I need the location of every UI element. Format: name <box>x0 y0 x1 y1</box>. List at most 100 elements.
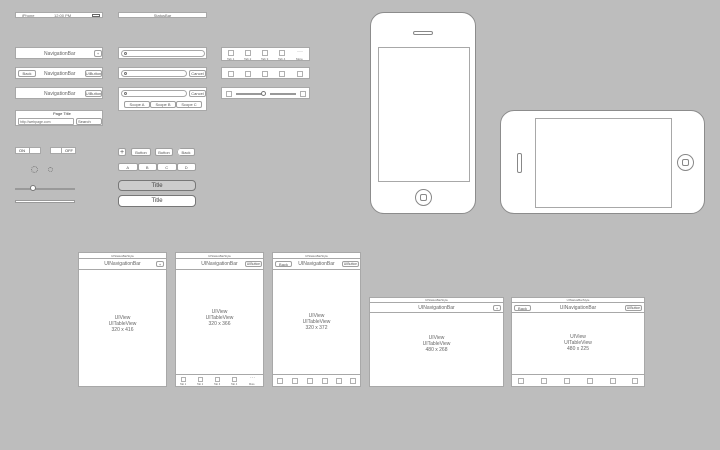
nav-right-button[interactable]: UIButton <box>625 305 642 311</box>
tab-icon[interactable] <box>279 71 285 77</box>
progress-bar <box>15 200 75 203</box>
slider-thumb[interactable] <box>30 185 36 191</box>
carrier-label: iPhone <box>22 13 35 18</box>
search-bar-2: Cancel <box>118 67 207 79</box>
statusbar-label: StatusBar <box>153 12 172 18</box>
scope-b-button[interactable]: Scope B <box>150 101 176 108</box>
segment-b[interactable]: B <box>137 163 157 171</box>
tab-bar-labeled: Tab 1 Tab 2 Tab 3 Tab 4 ··· More <box>221 47 310 61</box>
iphone-landscape <box>500 110 705 214</box>
template-tabbar: Tab 1 Tab 2 Tab 3 Tab 4 ··· More <box>176 374 263 386</box>
small-activity-indicator-icon <box>48 167 53 172</box>
toolbar-icon[interactable] <box>226 91 232 97</box>
navigation-bar-3: NavigationBar UIButton <box>15 87 103 99</box>
segment-a[interactable]: A <box>118 163 138 171</box>
slider-track[interactable] <box>15 188 75 190</box>
title-button-light[interactable]: Title <box>118 195 196 207</box>
search-icon <box>124 72 127 75</box>
template-toolbar <box>512 374 644 386</box>
template-navbar: UINavigationBar <box>370 303 503 313</box>
nav-title: NavigationBar <box>44 91 76 97</box>
tab-3-icon[interactable] <box>262 50 268 56</box>
tab-icon[interactable] <box>228 71 234 77</box>
back-button[interactable]: Back <box>177 148 195 156</box>
segment-c[interactable]: C <box>157 163 177 171</box>
tab-4-icon[interactable] <box>279 50 285 56</box>
scope-c-button[interactable]: Scope C <box>176 101 202 108</box>
time-label: 12:00 PM <box>54 13 72 18</box>
nav-right-button[interactable]: UIButton <box>245 261 262 267</box>
toolbar-slider[interactable] <box>236 93 264 95</box>
nav-title: NavigationBar <box>44 51 76 57</box>
navigation-bar-1: NavigationBar + <box>15 47 103 59</box>
switch-off[interactable]: OFF <box>50 147 76 154</box>
toolbar-icon[interactable] <box>300 91 306 97</box>
switch-on[interactable]: ON <box>15 147 41 154</box>
slider-thumb[interactable] <box>261 91 266 96</box>
search-icon <box>124 52 127 55</box>
tab-1-icon[interactable] <box>228 50 234 56</box>
nav-right-button[interactable]: UIButton <box>85 70 102 77</box>
back-button[interactable]: Back <box>18 70 36 77</box>
template-body: UIView UITableView 320 x 372 <box>302 313 331 331</box>
search-icon <box>124 92 127 95</box>
search-bar-1 <box>118 47 207 59</box>
cancel-button[interactable]: Cancel <box>189 90 206 97</box>
template-toolbar <box>273 374 360 386</box>
landscape-screen <box>535 118 672 208</box>
tab-icon[interactable] <box>245 71 251 77</box>
navigation-bar-2: Back NavigationBar UIButton <box>15 67 103 79</box>
speaker-icon <box>517 153 522 173</box>
home-button-icon[interactable] <box>415 189 432 206</box>
more-icon[interactable]: ··· <box>297 49 303 55</box>
search-button[interactable]: Search <box>76 118 102 125</box>
segmented-control: A B C D <box>118 163 196 171</box>
browser-bar: Page Title http://webpage.com Search <box>15 110 103 126</box>
back-button[interactable]: Back <box>514 305 531 311</box>
nav-title: NavigationBar <box>44 71 76 77</box>
search-input[interactable] <box>121 90 187 97</box>
activity-indicator-icon <box>31 166 38 173</box>
template-body: UIView UITableView 320 x 416 <box>108 315 137 333</box>
nav-right-button[interactable]: UIButton <box>342 261 359 267</box>
status-bar: iPhone 12:00 PM <box>15 12 103 18</box>
template-body: UIView UITableView 480 x 268 <box>422 335 451 353</box>
template-screen-5: UIStatusBarStyle UINavigationBar Back UI… <box>511 297 645 387</box>
tab-icon[interactable] <box>262 71 268 77</box>
cancel-button[interactable]: Cancel <box>189 70 206 77</box>
template-body: UIView UITableView 480 x 225 <box>564 334 592 352</box>
template-screen-4: UIStatusBarStyle UINavigationBar + UIVie… <box>369 297 504 387</box>
speaker-icon <box>413 31 433 35</box>
portrait-screen <box>378 47 470 182</box>
nav-right-button[interactable]: UIButton <box>85 90 102 97</box>
segment-d[interactable]: D <box>176 163 196 171</box>
toolbar-slider[interactable] <box>270 93 296 95</box>
bordered-button-2[interactable]: Button <box>155 148 173 156</box>
page-title: Page Title <box>53 111 71 116</box>
toolbar-with-sliders <box>221 87 310 99</box>
add-button[interactable]: + <box>156 261 164 267</box>
search-input[interactable] <box>121 70 187 77</box>
iphone-portrait <box>370 12 476 214</box>
url-field[interactable]: http://webpage.com <box>18 118 74 125</box>
template-navbar: UINavigationBar <box>79 259 166 270</box>
back-button[interactable]: Back <box>275 261 292 267</box>
title-button-dark[interactable]: Title <box>118 180 196 191</box>
tab-2-icon[interactable] <box>245 50 251 56</box>
bordered-button-1[interactable]: Button <box>131 148 151 156</box>
tab-bar-plain <box>221 67 310 79</box>
scope-a-button[interactable]: Scope A <box>124 101 150 108</box>
template-body: UIView UITableView 320 x 366 <box>205 309 234 327</box>
add-button[interactable]: + <box>94 50 102 57</box>
home-button-icon[interactable] <box>677 154 694 171</box>
statusbar-plain: StatusBar <box>118 12 207 18</box>
add-button[interactable]: + <box>118 148 126 156</box>
tab-icon[interactable] <box>297 71 303 77</box>
search-bar-3: Cancel Scope A Scope B Scope C <box>118 87 207 111</box>
more-icon[interactable]: ··· <box>250 376 255 381</box>
template-screen-3: UIStatusBarStyle UINavigationBar Back UI… <box>272 252 361 387</box>
template-screen-2: UIStatusBarStyle UINavigationBar UIButto… <box>175 252 264 387</box>
add-button[interactable]: + <box>493 305 501 311</box>
template-screen-1: UIStatusBarStyle UINavigationBar + UIVie… <box>78 252 167 387</box>
search-input[interactable] <box>121 50 205 57</box>
